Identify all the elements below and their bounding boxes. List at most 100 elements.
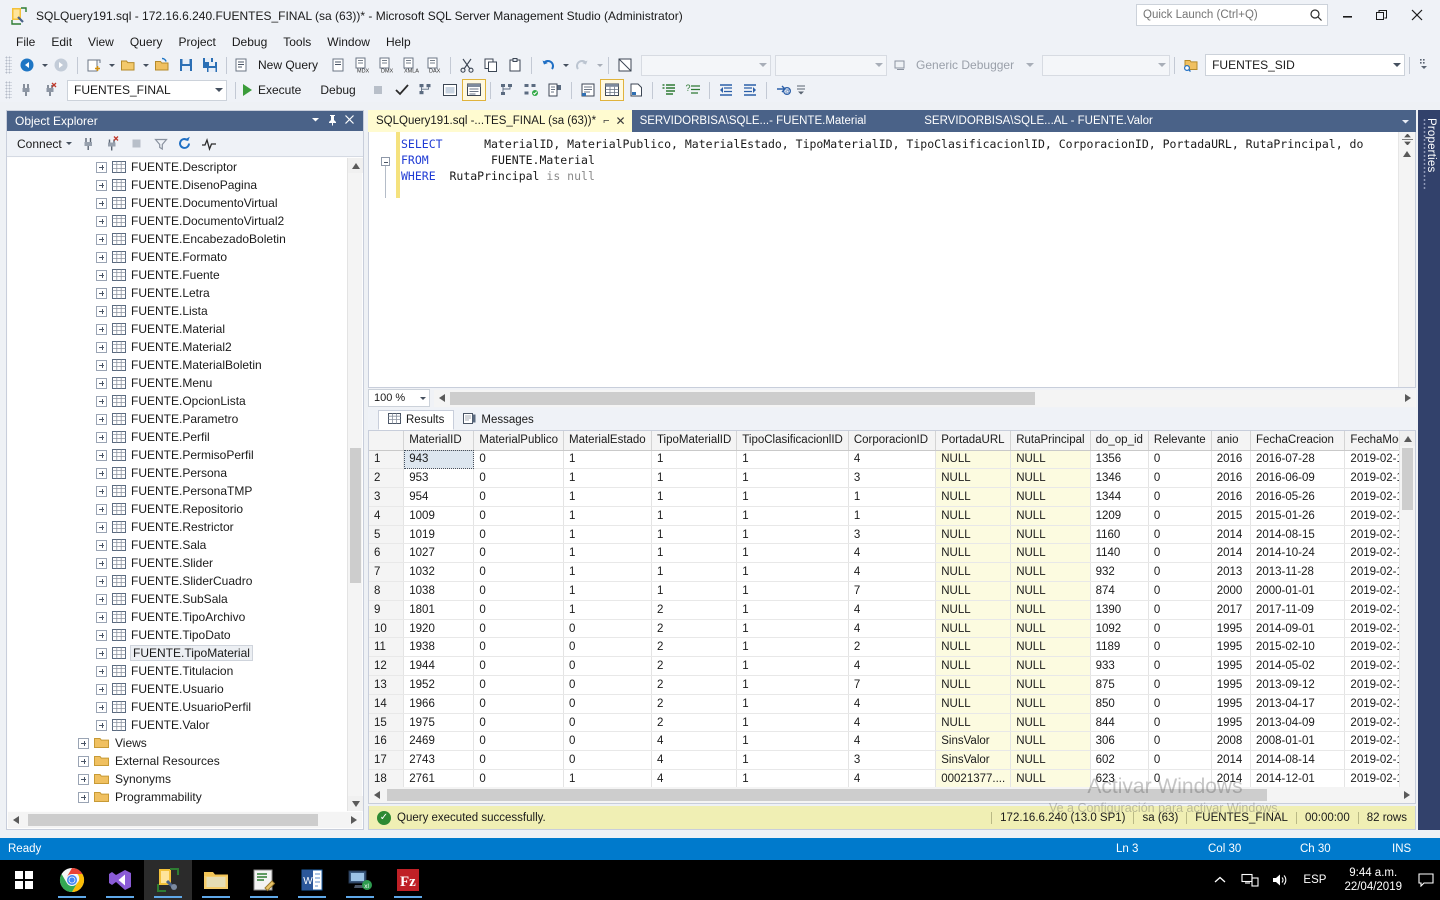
refresh-icon[interactable] (174, 134, 196, 154)
table-cell[interactable]: 4 (848, 450, 937, 470)
results-table[interactable]: MaterialID MaterialPublico MaterialEstado T… (369, 431, 1415, 789)
table-cell[interactable]: 1 (736, 769, 849, 789)
new-project-button[interactable] (82, 54, 106, 76)
menu-project[interactable]: Project (171, 32, 224, 52)
tree-node-table[interactable]: FUENTE.Valor (8, 716, 362, 734)
table-cell[interactable]: 0 (473, 694, 564, 714)
grid-hscroll-thumb[interactable] (387, 789, 1267, 801)
table-cell[interactable]: 1027 (403, 543, 475, 564)
table-cell[interactable]: 1346 (1090, 468, 1149, 489)
row-number-cell[interactable]: 4 (369, 506, 405, 526)
table-row[interactable]: 15 1975 0 0 2 1 4 NULL NULL 844 0 1995 2013-04-09 201… (369, 713, 1415, 733)
table-cell[interactable]: SinsValor (935, 731, 1012, 752)
connect-button-oe[interactable]: Connect (13, 135, 76, 153)
table-cell[interactable]: 4 (848, 562, 937, 583)
tree-node-table[interactable]: FUENTE.Perfil (8, 428, 362, 446)
table-cell[interactable]: 1140 (1090, 543, 1149, 564)
table-cell[interactable]: 00021377.... (935, 769, 1012, 789)
row-number-cell[interactable]: 15 (369, 713, 405, 733)
tree-node-table[interactable]: FUENTE.SubSala (8, 590, 362, 608)
tree-node-table[interactable]: FUENTE.DocumentoVirtual (8, 194, 362, 212)
tree-node-table[interactable]: FUENTE.Menu (8, 374, 362, 392)
navigate-backward-dropdown[interactable] (39, 54, 49, 76)
table-cell[interactable]: 0 (1148, 675, 1212, 695)
table-cell[interactable]: 0 (563, 637, 652, 658)
grid-scroll-right-icon[interactable] (1399, 787, 1415, 803)
editor-split-handle[interactable] (1399, 132, 1415, 147)
navigate-forward-button[interactable] (49, 54, 73, 76)
table-cell[interactable]: 2015 (1211, 506, 1251, 526)
tree-node-table[interactable]: FUENTE.TipoMaterial (8, 644, 362, 662)
table-cell[interactable]: 0 (1148, 525, 1212, 545)
live-query-statistics-button[interactable] (519, 79, 543, 101)
editor-tab[interactable]: SERVIDORBISA\SQLE...- FUENTE.Material (632, 110, 873, 132)
table-cell[interactable]: NULL (1010, 506, 1091, 526)
volume-icon[interactable] (1265, 860, 1295, 900)
undo-dropdown[interactable] (560, 54, 570, 76)
expand-icon[interactable] (96, 287, 107, 299)
tree-node-table[interactable]: FUENTE.Material2 (8, 338, 362, 356)
stop-icon[interactable] (126, 134, 148, 154)
tree-node-table[interactable]: FUENTE.PermisoPerfil (8, 446, 362, 464)
execute-button[interactable]: Execute (240, 79, 310, 101)
tab-list-dropdown[interactable] (1394, 110, 1416, 132)
table-cell[interactable]: 4 (651, 750, 738, 771)
undo-button[interactable] (536, 54, 560, 76)
new-query-button[interactable]: New Query (231, 54, 326, 76)
table-row[interactable]: 6 1027 0 1 1 1 4 NULL NULL 1140 0 2014 2014-10-24 201… (369, 543, 1415, 564)
connect-button[interactable] (15, 79, 39, 101)
expand-icon[interactable] (96, 665, 107, 677)
table-cell[interactable]: 0 (473, 750, 564, 771)
table-cell[interactable]: 0 (473, 450, 564, 470)
taskbar-file-explorer[interactable] (192, 860, 240, 900)
table-cell[interactable]: 1160 (1090, 525, 1149, 545)
row-number-cell[interactable]: 16 (369, 731, 405, 752)
column-header[interactable]: FechaCreacion (1250, 431, 1346, 451)
expand-icon[interactable] (96, 575, 107, 587)
table-cell[interactable]: NULL (935, 468, 1012, 489)
expand-icon[interactable] (96, 395, 107, 407)
table-row[interactable]: 8 1038 0 1 1 1 7 NULL NULL 874 0 2000 2000-01-01 2019… (369, 581, 1415, 601)
table-cell[interactable]: 0 (1148, 656, 1212, 677)
table-cell[interactable]: 0 (473, 487, 564, 507)
table-cell[interactable]: 306 (1090, 731, 1149, 752)
table-cell[interactable]: 2014-12-01 (1250, 769, 1346, 789)
tree-node-table[interactable]: FUENTE.Usuario (8, 680, 362, 698)
table-cell[interactable]: 7 (848, 581, 937, 601)
table-cell[interactable]: 1 (563, 450, 652, 470)
row-number-cell[interactable]: 6 (369, 543, 405, 564)
table-cell[interactable]: 2761 (403, 769, 475, 789)
restore-button[interactable] (1364, 0, 1398, 30)
table-cell[interactable]: 2000-01-01 (1250, 581, 1346, 601)
table-cell[interactable]: 2016 (1211, 450, 1251, 470)
expand-icon[interactable] (96, 449, 107, 461)
input-language[interactable]: ESP (1295, 874, 1334, 886)
new-analysis-services-xmla-query-button[interactable]: XMLA (398, 54, 422, 76)
table-cell[interactable]: 2 (651, 713, 738, 733)
table-row[interactable]: 1 943 0 1 1 1 4 NULL NULL 1356 0 2016 2016-07-28 2019… (369, 450, 1415, 470)
table-cell[interactable]: 2 (651, 619, 738, 639)
table-cell[interactable]: 932 (1090, 562, 1149, 583)
table-cell[interactable]: 0 (473, 675, 564, 695)
grid-scroll-up-icon[interactable] (1400, 431, 1415, 446)
table-cell[interactable]: 2014-08-14 (1250, 750, 1346, 771)
close-tab-icon[interactable]: ✕ (616, 115, 626, 127)
clock[interactable]: 9:44 a.m. 22/04/2019 (1334, 866, 1412, 894)
table-cell[interactable]: 1995 (1211, 656, 1251, 677)
expand-icon[interactable] (96, 521, 107, 533)
expand-icon[interactable] (96, 719, 107, 731)
filter-icon[interactable] (150, 134, 172, 154)
table-cell[interactable]: 874 (1090, 581, 1149, 601)
open-file-dropdown[interactable] (140, 54, 150, 76)
table-cell[interactable]: 4 (651, 731, 738, 752)
parse-button[interactable] (390, 79, 414, 101)
row-number-cell[interactable]: 14 (369, 694, 405, 714)
table-cell[interactable]: 2014 (1211, 769, 1251, 789)
tree-node-table[interactable]: FUENTE.TipoDato (8, 626, 362, 644)
tree-node-table[interactable]: FUENTE.DisenoPagina (8, 176, 362, 194)
taskbar-remote-desktop[interactable]: xl (336, 860, 384, 900)
column-header[interactable]: MaterialID (403, 431, 475, 451)
expand-icon[interactable] (96, 359, 107, 371)
table-cell[interactable]: 2014 (1211, 543, 1251, 564)
menu-file[interactable]: File (8, 32, 43, 52)
